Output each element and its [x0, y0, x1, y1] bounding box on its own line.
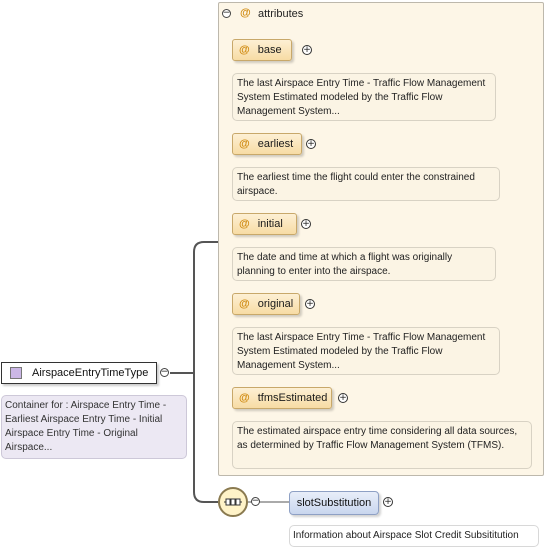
attribute-tfmsestimated-description: The estimated airspace entry time consid…: [232, 421, 532, 469]
attribute-earliest-description: The earliest time the flight could enter…: [232, 167, 500, 201]
expand-slotsubstitution-button[interactable]: +: [383, 497, 393, 507]
expand-initial-button[interactable]: +: [301, 219, 311, 229]
expand-base-button[interactable]: +: [302, 45, 312, 55]
expand-earliest-button[interactable]: +: [306, 139, 316, 149]
attribute-name: base: [257, 44, 282, 56]
element-slotsubstitution[interactable]: slotSubstitution: [289, 491, 379, 515]
connector-branch-sequence: [193, 373, 218, 503]
attribute-name: earliest: [257, 138, 294, 150]
connector-branch-attributes: [193, 241, 218, 373]
attribute-name: tfmsEstimated: [257, 392, 328, 404]
element-name: slotSubstitution: [296, 497, 372, 509]
attribute-initial[interactable]: @ initial: [232, 213, 297, 235]
attribute-initial-description: The date and time at which a flight was …: [232, 247, 496, 281]
type-box[interactable]: AirspaceEntryTimeType: [1, 362, 157, 384]
type-label: AirspaceEntryTimeType: [32, 367, 149, 379]
attribute-original[interactable]: @ original: [232, 293, 300, 315]
attribute-icon: @: [239, 392, 250, 404]
attributes-collapse-button[interactable]: −: [222, 9, 231, 18]
expand-original-button[interactable]: +: [305, 299, 315, 309]
attribute-base-description: The last Airspace Entry Time - Traffic F…: [232, 73, 496, 121]
attributes-at-icon: @: [240, 7, 251, 19]
complex-type-icon: [10, 367, 22, 379]
attribute-name: initial: [257, 218, 283, 230]
attribute-icon: @: [239, 44, 250, 56]
type-collapse-button[interactable]: −: [160, 368, 169, 377]
attribute-icon: @: [239, 218, 250, 230]
attribute-base[interactable]: @ base: [232, 39, 292, 61]
element-slotsubstitution-description: Information about Airspace Slot Credit S…: [289, 525, 539, 547]
type-description: Container for : Airspace Entry Time - Ea…: [1, 395, 187, 459]
sequence-icon: [224, 498, 242, 506]
attribute-earliest[interactable]: @ earliest: [232, 133, 302, 155]
sequence-compositor-icon[interactable]: [218, 487, 248, 517]
attribute-icon: @: [239, 298, 250, 310]
attribute-tfmsestimated[interactable]: @ tfmsEstimated: [232, 387, 332, 409]
expand-tfmsestimated-button[interactable]: +: [338, 393, 348, 403]
attribute-original-description: The last Airspace Entry Time - Traffic F…: [232, 327, 500, 375]
attribute-name: original: [257, 298, 294, 310]
sequence-collapse-button[interactable]: −: [251, 497, 260, 506]
attributes-title: attributes: [258, 8, 304, 20]
attribute-icon: @: [239, 138, 250, 150]
